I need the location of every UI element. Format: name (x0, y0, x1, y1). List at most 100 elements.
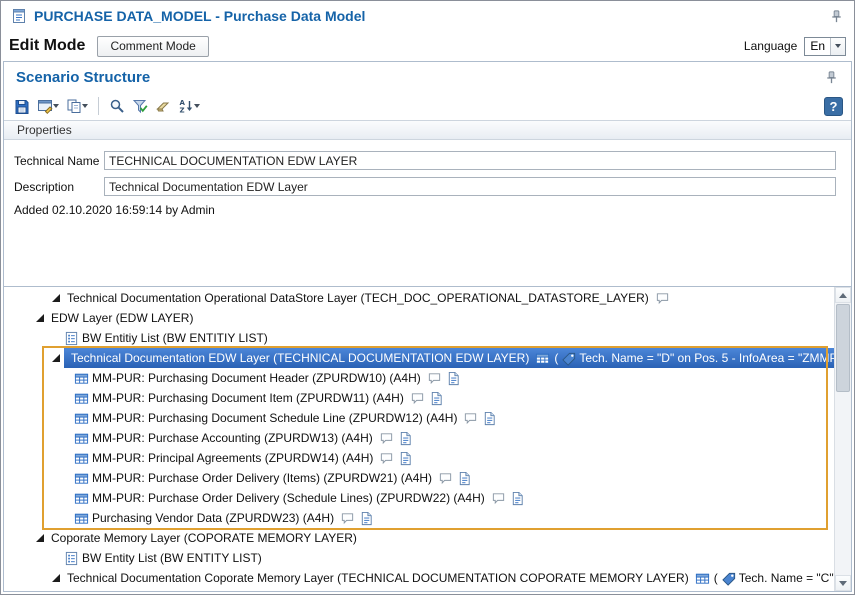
toolbar: ? (4, 92, 851, 120)
tree-area: Technical Documentation Operational Data… (4, 286, 851, 591)
tree-item-label: BW Entitiy List (BW ENTITIY LIST) (82, 331, 268, 345)
technical-name-input[interactable] (104, 151, 836, 170)
app-window: PURCHASE DATA_MODEL - Purchase Data Mode… (0, 0, 855, 595)
tree-row[interactable]: BW Entitiy List (BW ENTITIY LIST) (4, 328, 834, 348)
sort-button[interactable] (176, 95, 202, 117)
comment-mode-button[interactable]: Comment Mode (97, 36, 208, 57)
comment-icon[interactable] (491, 491, 506, 506)
pin-icon[interactable] (829, 9, 844, 24)
added-info: Added 02.10.2020 16:59:14 by Admin (14, 203, 836, 217)
annotation-text: Tech. Name = "C" on Pos. 5 - InfoArea (739, 571, 834, 585)
pin-icon[interactable] (824, 70, 839, 85)
language-select[interactable]: En (804, 37, 846, 56)
tag-icon (562, 351, 577, 366)
zoom-icon (109, 98, 125, 114)
document-icon[interactable] (429, 391, 444, 406)
expander-icon[interactable] (32, 534, 48, 542)
help-button[interactable]: ? (824, 97, 843, 116)
document-icon[interactable] (457, 471, 472, 486)
document-icon[interactable] (482, 411, 497, 426)
scroll-track[interactable] (835, 393, 851, 575)
comment-icon[interactable] (438, 471, 453, 486)
model-document-icon (11, 8, 27, 24)
table-icon (74, 431, 89, 446)
description-input[interactable] (104, 177, 836, 196)
scenario-structure-header: Scenario Structure (4, 62, 851, 92)
table-icon (74, 511, 89, 526)
tree-row[interactable]: MM-PUR: Purchase Order Delivery (Items) … (4, 468, 834, 488)
comment-icon[interactable] (379, 431, 394, 446)
tree-item-label: MM-PUR: Purchase Order Delivery (Items) … (92, 471, 432, 485)
toolbar-separator (98, 97, 99, 115)
expander-icon[interactable] (48, 294, 64, 302)
document-icon[interactable] (398, 431, 413, 446)
zoom-button[interactable] (107, 95, 127, 117)
expander-icon[interactable] (32, 314, 48, 322)
document-icon[interactable] (446, 371, 461, 386)
tree-row-selected[interactable]: Technical Documentation EDW Layer (TECHN… (4, 348, 834, 368)
edit-form-button[interactable] (35, 95, 61, 117)
save-icon (14, 98, 30, 114)
tree-item-label: Technical Documentation Coporate Memory … (67, 571, 689, 585)
scroll-up-button[interactable] (835, 287, 851, 303)
chevron-down-icon[interactable] (82, 104, 88, 108)
document-icon[interactable] (510, 491, 525, 506)
document-icon[interactable] (359, 511, 374, 526)
tree-row[interactable]: MM-PUR: Purchasing Document Schedule Lin… (4, 408, 834, 428)
expander-icon[interactable] (48, 574, 64, 582)
filter-button[interactable] (130, 95, 150, 117)
selection-highlight: Technical Documentation EDW Layer (TECHN… (64, 348, 834, 368)
tree-item-label: Purchasing Vendor Data (ZPURDW23) (A4H) (92, 511, 334, 525)
tree-row[interactable]: MM-PUR: Purchasing Document Header (4, 588, 834, 591)
chevron-down-icon[interactable] (194, 104, 200, 108)
eraser-button[interactable] (153, 95, 173, 117)
table-icon (74, 391, 89, 406)
comment-icon[interactable] (379, 451, 394, 466)
list-icon (64, 551, 79, 566)
expander-icon[interactable] (48, 354, 64, 362)
table-icon (74, 471, 89, 486)
save-button[interactable] (12, 95, 32, 117)
tree-row[interactable]: BW Entity List (BW ENTITY LIST) (4, 548, 834, 568)
sort-az-icon (178, 98, 194, 114)
tree-item-label: MM-PUR: Purchasing Document Header (ZPUR… (92, 371, 421, 385)
properties-form: Technical Name Description Added 02.10.2… (4, 140, 851, 286)
scenario-structure-title: Scenario Structure (16, 69, 150, 86)
table-icon (74, 411, 89, 426)
edit-form-icon (37, 98, 53, 114)
tree-row[interactable]: Technical Documentation Operational Data… (4, 288, 834, 308)
copy-button[interactable] (64, 95, 90, 117)
comment-icon[interactable] (340, 511, 355, 526)
page-title: PURCHASE DATA_MODEL - Purchase Data Mode… (34, 8, 365, 24)
tree-row[interactable]: Coporate Memory Layer (COPORATE MEMORY L… (4, 528, 834, 548)
tree-row[interactable]: Technical Documentation Coporate Memory … (4, 568, 834, 588)
chevron-down-icon[interactable] (53, 104, 59, 108)
tree-row[interactable]: MM-PUR: Purchase Accounting (ZPURDW13) (… (4, 428, 834, 448)
scroll-down-button[interactable] (835, 575, 851, 591)
comment-icon[interactable] (463, 411, 478, 426)
description-label: Description (14, 180, 104, 194)
vertical-scrollbar[interactable] (834, 287, 851, 591)
comment-icon[interactable] (410, 391, 425, 406)
tree-row[interactable]: MM-PUR: Principal Agreements (ZPURDW14) … (4, 448, 834, 468)
filter-check-icon (132, 98, 148, 114)
tree-item-label: EDW Layer (EDW LAYER) (51, 311, 193, 325)
tree-row[interactable]: EDW Layer (EDW LAYER) (4, 308, 834, 328)
document-icon[interactable] (398, 451, 413, 466)
arrow-down-icon (839, 581, 847, 586)
tree-item-label: Technical Documentation EDW Layer (TECHN… (71, 351, 529, 365)
scroll-thumb[interactable] (836, 304, 850, 392)
language-value: En (805, 39, 830, 53)
tag-icon (722, 571, 737, 586)
tree-row[interactable]: MM-PUR: Purchasing Document Item (ZPURDW… (4, 388, 834, 408)
chevron-down-icon[interactable] (830, 38, 845, 55)
comment-icon[interactable] (655, 291, 670, 306)
tree-row[interactable]: MM-PUR: Purchasing Document Header (ZPUR… (4, 368, 834, 388)
copy-icon (66, 98, 82, 114)
tree-item-label: MM-PUR: Principal Agreements (ZPURDW14) … (92, 451, 373, 465)
comment-icon[interactable] (427, 371, 442, 386)
tree-row[interactable]: Purchasing Vendor Data (ZPURDW23) (A4H) (4, 508, 834, 528)
tree-row[interactable]: MM-PUR: Purchase Order Delivery (Schedul… (4, 488, 834, 508)
tree-item-label: Technical Documentation Operational Data… (67, 291, 649, 305)
edit-mode-label: Edit Mode (9, 37, 85, 55)
